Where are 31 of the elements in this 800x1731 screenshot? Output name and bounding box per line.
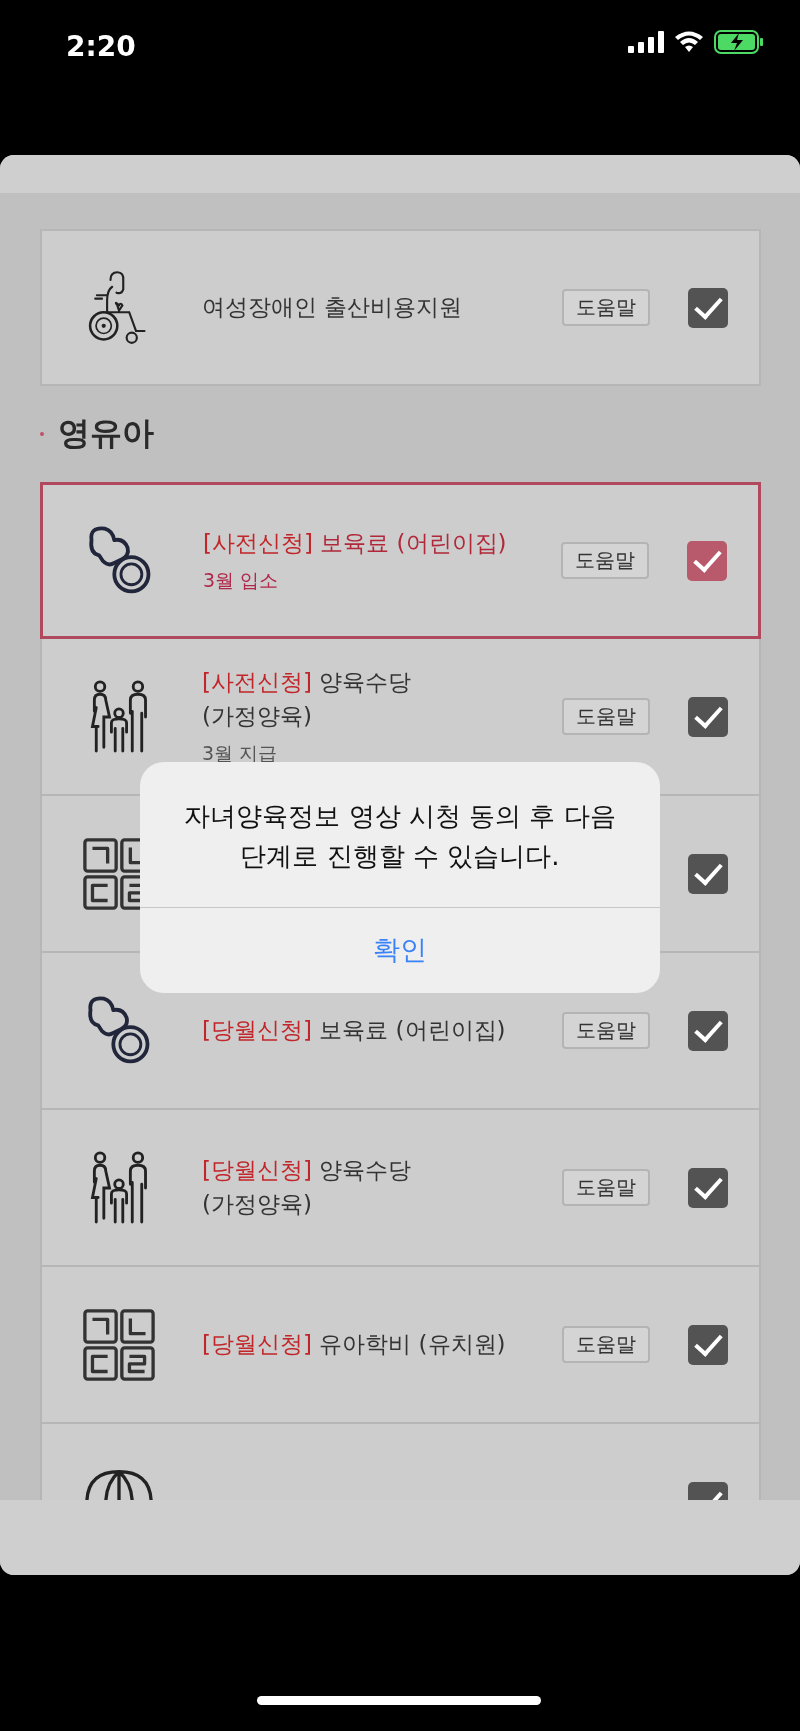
benefit-card[interactable]: [사전신청] 보육료 (어린이집) 3월 입소 도움말	[40, 482, 761, 639]
section-heading: 영유아	[58, 413, 154, 454]
benefit-title: [사전신청] 보육료 (어린이집)	[203, 528, 508, 558]
checkbox[interactable]	[688, 1167, 728, 1208]
help-button[interactable]: 도움말	[562, 1326, 650, 1363]
checkbox[interactable]	[688, 853, 728, 894]
benefit-title: 여성장애인 출산비용지원	[202, 292, 464, 322]
help-button[interactable]: 도움말	[561, 542, 649, 579]
checkbox[interactable]	[688, 696, 728, 737]
benefit-card[interactable]: [당월신청] 유아학비 (유치원) 도움말	[40, 1267, 761, 1424]
wifi-icon	[674, 31, 704, 53]
benefit-note: 3월 지급	[202, 740, 279, 766]
benefit-card[interactable]: 여성장애인 출산비용지원 도움말	[40, 229, 761, 386]
checkbox[interactable]	[688, 1324, 728, 1365]
benefit-card[interactable]: [당월신청] 양육수당 (가정양육) 도움말	[40, 1110, 761, 1267]
alert-message: 자녀양육정보 영상 시청 동의 후 다음단계로 진행할 수 있습니다.	[184, 801, 616, 872]
help-button[interactable]: 도움말	[562, 289, 650, 326]
status-time: 2:20	[66, 30, 136, 63]
checkbox[interactable]	[687, 540, 727, 581]
letter-blocks-icon	[83, 1308, 155, 1381]
benefit-note: 3월 입소	[203, 568, 280, 594]
benefit-title: [당월신청] 양육수당 (가정양육)	[202, 1156, 413, 1219]
benefit-title: [당월신청] 유아학비 (유치원)	[202, 1329, 507, 1359]
benefit-title: [사전신청] 양육수당 (가정양육)	[202, 668, 413, 731]
help-button[interactable]: 도움말	[562, 698, 650, 735]
checkbox[interactable]	[688, 287, 728, 328]
signal-icon	[628, 31, 664, 53]
checkbox[interactable]	[688, 1010, 728, 1051]
help-button[interactable]: 도움말	[562, 1169, 650, 1206]
benefit-title: [당월신청] 보육료 (어린이집)	[202, 1015, 507, 1045]
help-button[interactable]: 도움말	[562, 1012, 650, 1049]
